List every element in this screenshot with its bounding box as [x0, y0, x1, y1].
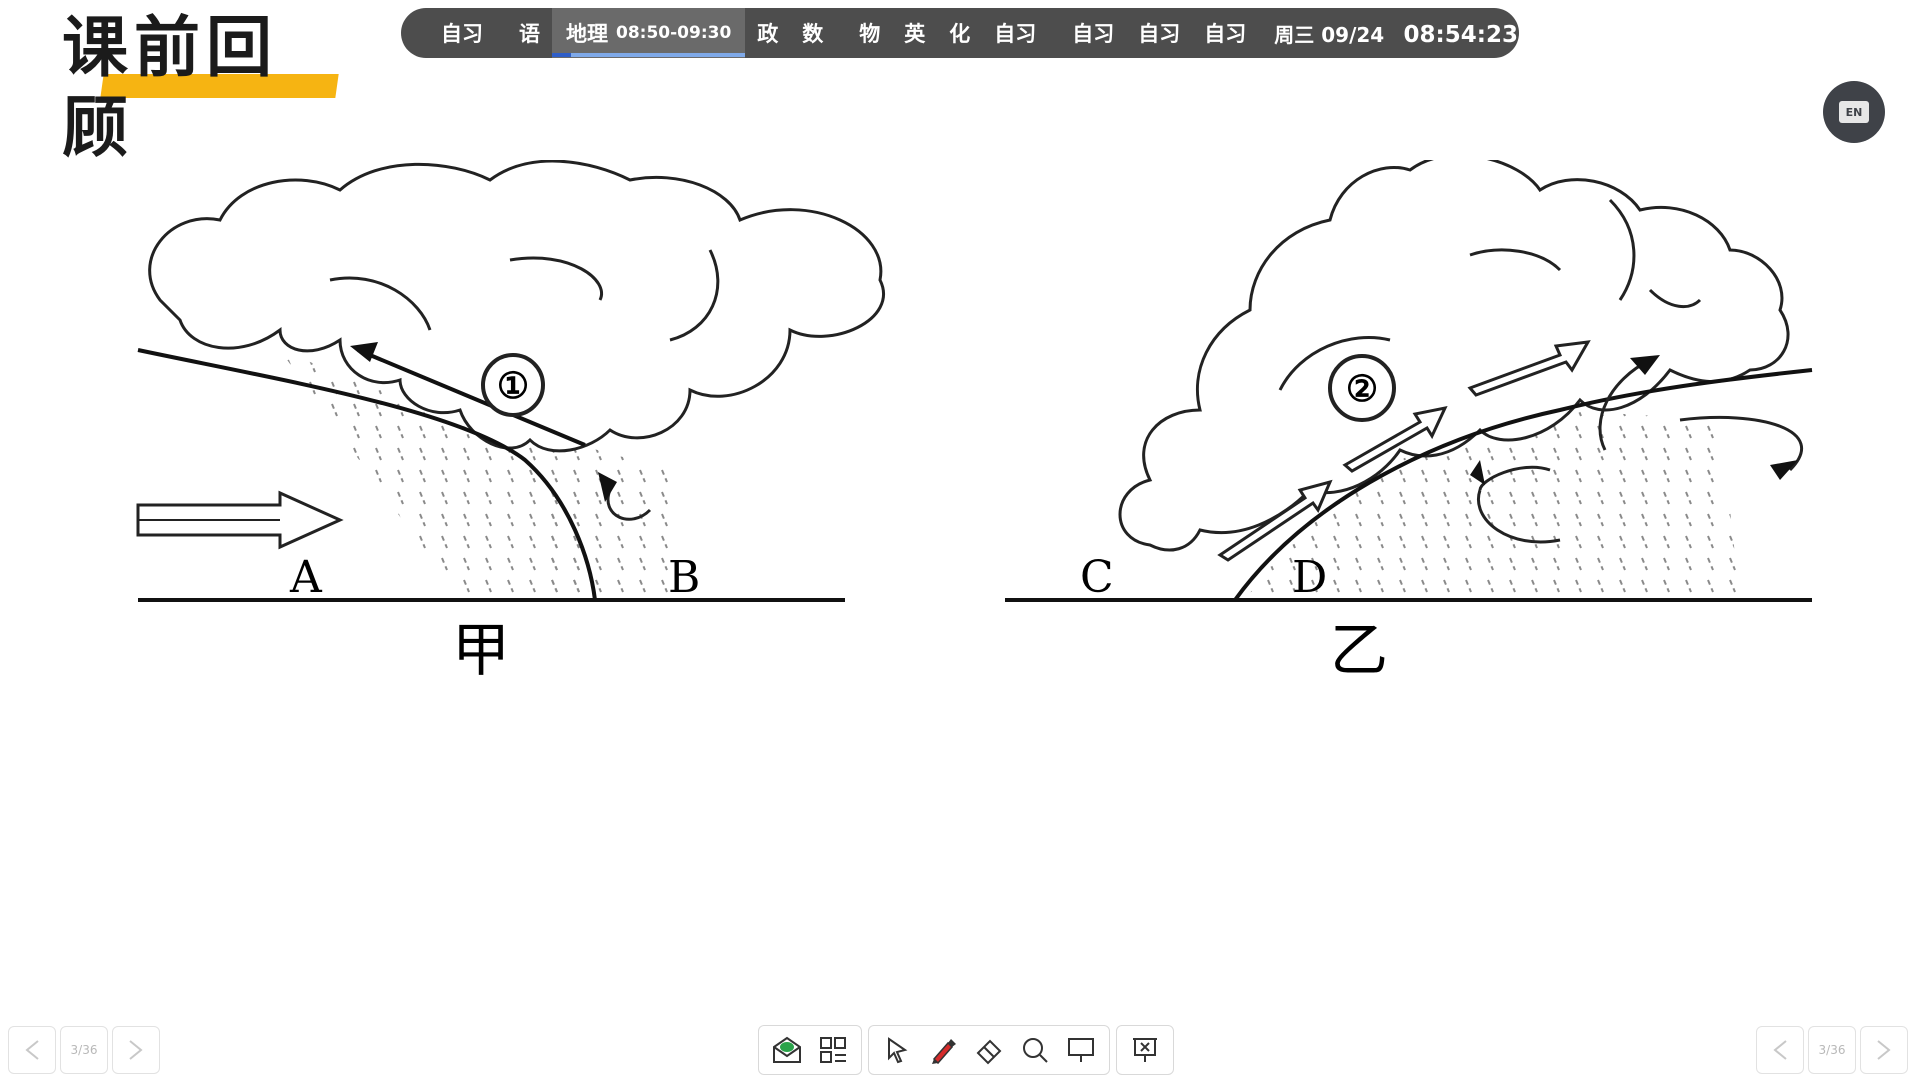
language-toggle-button[interactable]: EN — [1823, 81, 1885, 143]
lesson-progress-track — [552, 53, 746, 57]
page-indicator-label: 3/36 — [1818, 1043, 1846, 1057]
cold-front-diagram: ① A B 甲 — [136, 160, 885, 680]
schedule-slot-current: 地理 08:50-09:30 — [552, 8, 746, 58]
toolbar-group-exit — [1116, 1025, 1174, 1075]
schedule-slot: 数 — [802, 22, 824, 46]
zoom-button[interactable] — [1013, 1030, 1057, 1070]
clock-date: 周三 09/24 — [1274, 22, 1385, 47]
prev-page-button[interactable] — [8, 1026, 56, 1074]
current-subject: 地理 — [566, 22, 608, 46]
next-page-button[interactable] — [112, 1026, 160, 1074]
schedule-slot: 政 — [757, 22, 779, 46]
eraser-icon — [976, 1039, 1002, 1065]
envelope-button[interactable] — [765, 1030, 809, 1070]
page-title-block: 课前回顾 — [62, 8, 342, 166]
grid-button[interactable] — [811, 1030, 855, 1070]
page-indicator[interactable]: 3/36 — [60, 1026, 108, 1074]
pen-icon — [932, 1039, 956, 1065]
label-c: C — [1080, 552, 1114, 603]
schedule-slot: 物 — [859, 22, 881, 46]
label-circle-2: ② — [1346, 368, 1378, 410]
screen-button[interactable] — [1059, 1030, 1103, 1070]
warm-front-diagram: ② C D 乙 — [1005, 160, 1813, 680]
diagram-left: ① A B 甲 — [130, 160, 900, 680]
chevron-right-icon — [1877, 1040, 1891, 1060]
schedule-slot: 自习 — [1204, 22, 1247, 46]
select-button[interactable] — [875, 1030, 919, 1070]
en-icon: EN — [1839, 101, 1869, 123]
close-screen-icon — [1133, 1038, 1157, 1062]
next-page-button[interactable] — [1860, 1026, 1908, 1074]
schedule-slot: 自习 — [994, 22, 1037, 46]
current-time-range: 08:50-09:30 — [616, 23, 732, 43]
grid-icon — [820, 1037, 846, 1063]
schedule-slot: 英 — [904, 22, 926, 46]
chevron-left-icon — [1773, 1040, 1787, 1060]
eraser-button[interactable] — [967, 1030, 1011, 1070]
schedule-slot: 自习 — [1138, 22, 1181, 46]
toolbar-group-apps — [758, 1025, 862, 1075]
magnifier-icon — [1023, 1038, 1048, 1063]
schedule-slot: 自习 — [441, 22, 483, 46]
page-title: 课前回顾 — [62, 9, 278, 166]
rain-area — [525, 430, 675, 600]
chevron-left-icon — [25, 1040, 39, 1060]
label-b: B — [668, 552, 700, 603]
clock: 周三 09/24 08:54:23 — [1274, 19, 1518, 48]
exit-presentation-button[interactable] — [1123, 1030, 1167, 1070]
schedule-slot: 化 — [949, 22, 971, 46]
cursor-icon — [888, 1037, 908, 1064]
bottom-toolbar — [758, 1025, 1174, 1075]
pen-button[interactable] — [921, 1030, 965, 1070]
schedule-slot: 语 — [519, 22, 540, 46]
clock-time: 08:54:23 — [1403, 21, 1518, 48]
diagram-caption: 乙 — [1330, 616, 1388, 680]
diagram-caption: 甲 — [452, 616, 510, 680]
schedule-bar: 自习 语 地理 08:50-09:30 政 数 物 英 化 自习 自习 自习 自… — [401, 8, 1519, 58]
page-indicator[interactable]: 3/36 — [1808, 1026, 1856, 1074]
screen-icon — [1068, 1038, 1094, 1062]
envelope-icon — [773, 1036, 801, 1063]
lesson-progress-fill — [552, 53, 572, 57]
diagram-right: ② C D 乙 — [1000, 160, 1830, 680]
prev-page-button[interactable] — [1756, 1026, 1804, 1074]
label-circle-1: ① — [497, 365, 529, 407]
schedule-slot: 自习 — [1072, 22, 1115, 46]
page-indicator-label: 3/36 — [70, 1043, 98, 1057]
label-a: A — [289, 552, 323, 603]
toolbar-group-tools — [868, 1025, 1110, 1075]
label-d: D — [1292, 552, 1327, 603]
chevron-right-icon — [129, 1040, 143, 1060]
